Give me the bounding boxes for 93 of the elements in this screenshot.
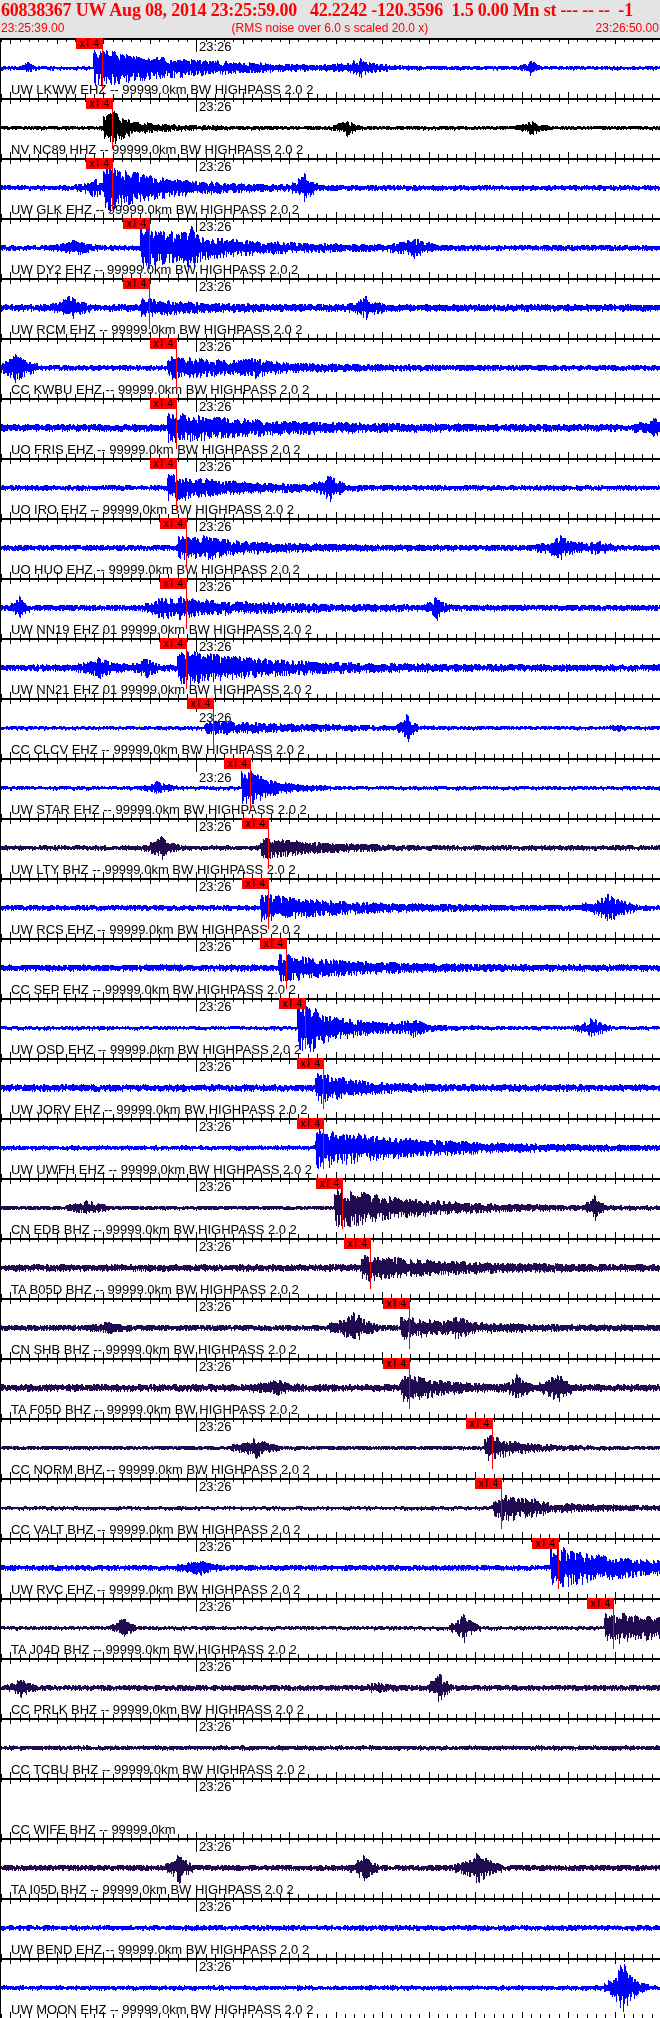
station-label: TA B05D BHZ -- 99999.0km BW HIGHPASS 2.0 2 [11, 1283, 299, 1296]
pick-marker: xT 4 [279, 998, 306, 1009]
tick-label: 23:26 [199, 1060, 232, 1073]
tick-label: 23:26 [199, 1420, 232, 1433]
station-label: CC KWBU EHZ -- 99999.0km BW HIGHPASS 2.0 2 [11, 383, 310, 396]
pick-marker: xT 4 [224, 758, 251, 769]
station-label: UW LKWW EHZ -- 99999.0km BW HIGHPASS 2.0 2 [11, 83, 314, 96]
station-label: UW UWFH EHZ -- 99999.0km BW HIGHPASS 2.0 2 [11, 1163, 312, 1176]
tick-label: 23:26 [199, 1360, 232, 1373]
station-label: CC VALT BHZ -- 99999.0km BW HIGHPASS 2.0 2 [11, 1523, 301, 1536]
station-label: UW BEND EHZ -- 99999.0km BW HIGHPASS 2.0 2 [11, 1943, 310, 1956]
station-label: TA I05D BHZ -- 99999.0km BW HIGHPASS 2.0 2 [11, 1883, 294, 1896]
pick-marker: xT 4 [123, 218, 150, 229]
station-label: UW LTY BHZ -- 99999.0km BW HIGHPASS 2.0 2 [11, 863, 296, 876]
tick-label: 23:26 [199, 1300, 232, 1313]
pick-marker: xT 4 [475, 1478, 502, 1489]
tick-label: 23:26 [199, 880, 232, 893]
tick-label: 23:26 [199, 771, 232, 784]
tick-label: 23:26 [199, 1960, 232, 1973]
tick-label: 23:26 [199, 1900, 232, 1913]
pick-marker: xT 4 [383, 1298, 410, 1309]
tick-label: 23:26 [199, 100, 232, 113]
tick-label: 23:26 [199, 580, 232, 593]
pick-marker: xT 4 [150, 398, 177, 409]
tick-label: 23:26 [199, 1780, 232, 1793]
station-label: UW NN19 EHZ 01 99999.0km BW HIGHPASS 2.0 2 [11, 623, 313, 636]
station-label: CC TCBU BHZ -- 99999.0km BW HIGHPASS 2.0 2 [11, 1763, 306, 1776]
station-label: UW MOON EHZ -- 99999.0km BW HIGHPASS 2.0 2 [11, 2003, 314, 2016]
tick-label: 23:26 [199, 640, 232, 653]
pick-marker: xT 4 [160, 638, 187, 649]
station-label: UW STAR EHZ -- 99999.0km BW HIGHPASS 2.0 2 [11, 803, 307, 816]
tick-label: 23:26 [199, 1720, 232, 1733]
end-time: 23:26:50.00 [595, 21, 659, 35]
station-label: CC WIFE BHZ -- 99999.0km [11, 1823, 176, 1836]
pick-marker: xT 4 [242, 878, 269, 889]
station-label: UW JORV EHZ -- 99999.0km BW HIGHPASS 2.0 2 [11, 1103, 308, 1116]
tick-label: 23:26 [199, 340, 232, 353]
tick-label: 23:26 [199, 1180, 232, 1193]
scaling-note: (RMS noise over 6.0 s scaled 20.0 x) [231, 21, 429, 35]
pick-marker: xT 4 [160, 578, 187, 589]
station-label: UO FRIS EHZ -- 99999.0km BW HIGHPASS 2.0 2 [11, 443, 301, 456]
start-time: 23:25:39.00 [1, 21, 65, 35]
pick-marker: xT 4 [160, 518, 187, 529]
tick-label: 23:26 [199, 1240, 232, 1253]
station-label: UW RCS EHZ -- 99999.0km BW HIGHPASS 2.0 2 [11, 923, 301, 936]
station-label: CC PRLK BHZ -- 99999.0km BW HIGHPASS 2.0 2 [11, 1703, 305, 1716]
tick-label: 23:26 [199, 520, 232, 533]
tick-label: 23:26 [199, 40, 232, 53]
station-label: UW NN21 EHZ 01 99999.0km BW HIGHPASS 2.0 2 [11, 683, 313, 696]
tick-label: 23:26 [199, 1600, 232, 1613]
station-label: CC CLCV EHZ -- 99999.0km BW HIGHPASS 2.0 2 [11, 743, 305, 756]
tick-label: 23:26 [199, 1660, 232, 1673]
pick-marker: xT 4 [123, 278, 150, 289]
tick-label: 23:26 [199, 940, 232, 953]
station-label: UW RVC EHZ -- 99999.0km BW HIGHPASS 2.0 2 [11, 1583, 301, 1596]
pick-marker: xT 4 [242, 818, 269, 829]
pick-marker: xT 4 [297, 1058, 324, 1069]
tick-label: 23:26 [199, 1540, 232, 1553]
pick-marker: xT 4 [316, 1178, 343, 1189]
pick-marker: xT 4 [86, 158, 113, 169]
station-label: TA J04D BHZ -- 99999.0km BW HIGHPASS 2.0 2 [11, 1643, 297, 1656]
pick-marker: xT 4 [344, 1238, 371, 1249]
tick-label: 23:26 [199, 1840, 232, 1853]
pick-marker: xT 4 [297, 1118, 324, 1129]
station-label: NV NC89 HHZ -- 99999.0km BW HIGHPASS 2.0 2 [11, 143, 304, 156]
tick-label: 23:26 [199, 460, 232, 473]
station-label: CN SHB BHZ -- 99999.0km BW HIGHPASS 2.0 2 [11, 1343, 297, 1356]
station-label: UO HUO EHZ -- 99999.0km BW HIGHPASS 2.0 2 [11, 563, 300, 576]
tick-label: 23:26 [199, 220, 232, 233]
tick-label: 23:26 [199, 1480, 232, 1493]
station-label: UW DY2 EHZ -- 99999.0km BW HIGHPASS 2.0 2 [11, 263, 299, 276]
pick-marker: xT 4 [260, 938, 287, 949]
tick-label: 23:26 [199, 1120, 232, 1133]
pick-marker: xT 4 [383, 1358, 410, 1369]
pick-marker: xT 4 [150, 338, 177, 349]
tick-label: 23:26 [199, 400, 232, 413]
pick-marker: xT 4 [587, 1598, 614, 1609]
station-label: TA F05D BHZ -- 99999.0km BW HIGHPASS 2.0 2 [11, 1403, 299, 1416]
station-label: UW OSD EHZ -- 99999.0km BW HIGHPASS 2.0 2 [11, 1043, 302, 1056]
station-label: CC NORM BHZ -- 99999.0km BW HIGHPASS 2.0 2 [11, 1463, 310, 1476]
tick-label: 23:26 [199, 1000, 232, 1013]
station-label: UW RCM EHZ -- 99999.0km BW HIGHPASS 2.0 2 [11, 323, 303, 336]
pick-marker: xT 4 [466, 1418, 493, 1429]
event-title: 60838367 UW Aug 08, 2014 23:25:59.00 42.2242 -120.3596 1.5 0.00 Mn st --- -- -- -1 [0, 0, 634, 21]
pick-marker: xT 4 [150, 458, 177, 469]
pick-marker: xT 4 [532, 1538, 559, 1549]
tick-label: 23:26 [199, 280, 232, 293]
tick-label: 23:26 [199, 820, 232, 833]
pick-marker: xT 4 [76, 38, 103, 49]
station-label: CN EDB BHZ -- 99999.0km BW HIGHPASS 2.0 2 [11, 1223, 297, 1236]
pick-marker: xT 4 [187, 698, 214, 709]
pick-marker: xT 4 [86, 98, 113, 109]
tick-label: 23:26 [199, 160, 232, 173]
